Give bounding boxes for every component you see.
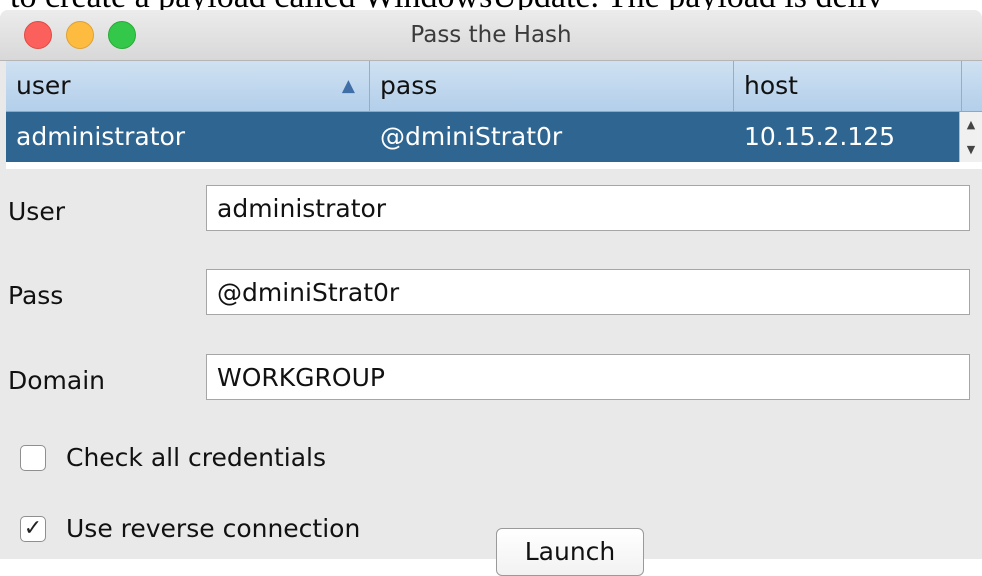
cell-user: administrator: [16, 122, 186, 151]
column-header-pass[interactable]: pass: [370, 61, 734, 111]
domain-field[interactable]: [206, 354, 970, 400]
scroll-down-icon[interactable]: ▼: [960, 137, 982, 162]
check-all-credentials-label: Check all credentials: [66, 443, 326, 472]
pass-label: Pass: [8, 281, 64, 310]
user-label: User: [8, 197, 65, 226]
column-header-host[interactable]: host: [734, 61, 962, 111]
user-field[interactable]: [206, 185, 970, 231]
use-reverse-connection-checkbox[interactable]: ✓: [20, 516, 46, 542]
table-row[interactable]: administrator @dminiStrat0r 10.15.2.125: [6, 112, 982, 162]
scroll-up-icon[interactable]: ▲: [960, 112, 982, 137]
table-scrollbar[interactable]: ▲ ▼: [959, 112, 982, 162]
check-all-credentials-checkbox[interactable]: [20, 445, 46, 471]
checkmark-icon: ✓: [23, 516, 43, 541]
column-header-user-label: user: [16, 71, 71, 100]
table-header: user ▲ pass host: [6, 61, 982, 112]
use-reverse-connection-label: Use reverse connection: [66, 514, 361, 543]
window-title: Pass the Hash: [410, 22, 572, 48]
column-header-host-label: host: [744, 71, 798, 100]
pass-field[interactable]: [206, 269, 970, 315]
credentials-table: user ▲ pass host administrator @dminiStr…: [6, 61, 982, 169]
column-header-pass-label: pass: [380, 71, 438, 100]
launch-button[interactable]: Launch: [496, 528, 644, 576]
sort-ascending-icon: ▲: [341, 76, 355, 96]
titlebar: Pass the Hash: [0, 10, 982, 61]
cell-pass: @dminiStrat0r: [380, 122, 563, 151]
domain-label: Domain: [8, 366, 106, 395]
cell-host: 10.15.2.125: [744, 122, 896, 151]
pass-the-hash-dialog: Pass the Hash user ▲ pass host administr…: [0, 10, 982, 559]
column-header-user[interactable]: user ▲: [6, 61, 370, 111]
